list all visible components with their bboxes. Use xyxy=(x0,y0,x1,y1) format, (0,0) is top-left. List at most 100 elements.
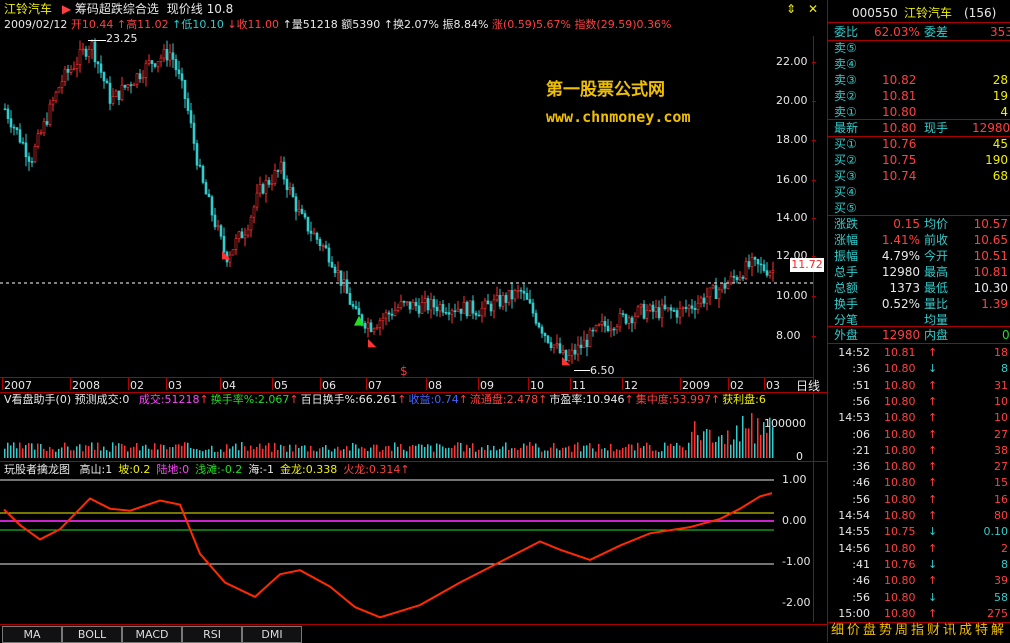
right-footer-tab[interactable]: 讯 xyxy=(943,624,956,638)
volume-panel-title[interactable]: V看盘助手(0) xyxy=(4,393,71,406)
volume-bar xyxy=(55,451,57,458)
right-footer-tab[interactable]: 特 xyxy=(975,624,988,638)
tick-volume: 2 xyxy=(1001,541,1008,555)
x-tick xyxy=(478,378,479,390)
order-row: 买④ xyxy=(832,184,1010,200)
candle-body xyxy=(132,83,136,87)
right-footer-tab[interactable]: 周 xyxy=(895,624,908,638)
volume-bar xyxy=(244,446,246,458)
volume-bar xyxy=(70,450,72,458)
right-footer-tab[interactable]: 解 xyxy=(991,624,1004,638)
right-footer-tab[interactable]: 细 xyxy=(831,624,844,638)
volume-bar xyxy=(670,443,672,458)
arrow-up-icon: ↑ xyxy=(199,393,209,406)
dragon-line xyxy=(3,492,773,619)
volume-bar xyxy=(502,446,504,458)
y-axis-label: 18.00 xyxy=(776,133,808,146)
tab-rsi[interactable]: RSI xyxy=(182,626,242,643)
candle-body xyxy=(354,306,358,309)
order-price: 10.75 xyxy=(882,153,917,167)
volume-bar xyxy=(748,428,750,458)
stock-name[interactable]: 江铃汽车 xyxy=(4,2,52,16)
price-chart[interactable] xyxy=(0,34,814,376)
tick-price: 10.81 xyxy=(884,346,916,359)
arrow-up-icon: ↑ xyxy=(397,393,407,406)
candle-body xyxy=(612,328,616,331)
candle-body xyxy=(213,214,217,228)
candle-body xyxy=(462,301,466,314)
order-price: 10.82 xyxy=(882,73,917,87)
candle-body xyxy=(87,49,91,57)
close-icon[interactable]: ✕ xyxy=(808,2,818,16)
arrow-up-icon: ↑ xyxy=(538,393,548,406)
volume-bar xyxy=(658,451,660,458)
candle-body xyxy=(12,126,16,129)
volume-bar xyxy=(730,444,732,458)
volume-bar xyxy=(649,444,651,458)
x-axis-label: 2009 xyxy=(682,379,710,392)
tick-volume: 10 xyxy=(994,394,1008,408)
volume-bar xyxy=(310,445,312,458)
dragon-panel-title[interactable]: 玩股者擒龙图 xyxy=(4,463,70,476)
right-footer-tab[interactable]: 指 xyxy=(911,624,924,638)
candle-body xyxy=(657,307,661,319)
arrow-down-icon: ↓ xyxy=(928,590,938,604)
period-label[interactable]: 日线 xyxy=(796,379,820,393)
stat-label: 均价 xyxy=(924,217,949,231)
candle-body xyxy=(192,122,196,144)
y-axis-label: 14.00 xyxy=(776,211,808,224)
right-footer-tab[interactable]: 成 xyxy=(959,624,972,638)
stat-value: 12980 xyxy=(881,265,920,279)
candle-body xyxy=(666,307,670,310)
volume-axis-bottom: 0 xyxy=(796,450,803,463)
volume-bar xyxy=(400,444,402,458)
volume-bar xyxy=(10,445,12,458)
tab-macd[interactable]: MACD xyxy=(122,626,182,643)
candle-body xyxy=(678,308,682,318)
stat-value: 0.52% xyxy=(881,297,920,311)
lock-icon[interactable]: ⇕ xyxy=(786,2,796,16)
volume-bar xyxy=(157,449,159,458)
volume-bar xyxy=(304,445,306,458)
volume-bar xyxy=(595,451,597,458)
tab-ma[interactable]: MA xyxy=(2,626,62,643)
play-icon[interactable]: ▶ xyxy=(62,2,71,16)
candle-body xyxy=(291,187,295,198)
volume-bar xyxy=(232,446,234,458)
volume-bar xyxy=(520,447,522,458)
candle-body xyxy=(255,192,259,208)
tick-time: :36 xyxy=(852,362,870,376)
right-footer-tab[interactable]: 价 xyxy=(847,624,860,638)
volume-bar xyxy=(703,431,705,458)
right-footer-tab[interactable]: 势 xyxy=(879,624,892,638)
volume-bar xyxy=(391,450,393,458)
volume-bar xyxy=(430,445,432,458)
latest-row: 最新 10.80 现手 12980 xyxy=(832,120,1010,136)
volume-bar xyxy=(82,451,84,458)
candle-body xyxy=(270,183,274,185)
tab-dmi[interactable]: DMI xyxy=(242,626,302,643)
volume-bar xyxy=(718,436,720,458)
volume-bar xyxy=(679,445,681,458)
y-axis-label: 10.00 xyxy=(776,289,808,302)
volume-bar xyxy=(445,448,447,458)
tab-boll[interactable]: BOLL xyxy=(62,626,122,643)
volume-bar xyxy=(235,443,237,458)
volume-bar xyxy=(52,449,54,458)
candle-body xyxy=(327,247,331,263)
right-footer-tab[interactable]: 财 xyxy=(927,624,940,638)
right-footer-tab[interactable]: 盘 xyxy=(863,624,876,638)
x-tick xyxy=(426,378,427,390)
candle-body xyxy=(471,300,475,314)
order-price: 10.74 xyxy=(882,169,917,183)
candle-body xyxy=(237,231,241,239)
x-tick xyxy=(680,378,681,390)
volume-bar xyxy=(760,434,762,458)
volume-bar xyxy=(406,451,408,458)
volume-bar xyxy=(277,450,279,458)
stat-label: 涨幅 xyxy=(834,233,859,247)
x-tick xyxy=(166,378,167,390)
volume-bar xyxy=(598,443,600,458)
candle-body xyxy=(93,41,97,63)
indicator-name[interactable]: 筹码超跌综合选 xyxy=(75,2,159,16)
